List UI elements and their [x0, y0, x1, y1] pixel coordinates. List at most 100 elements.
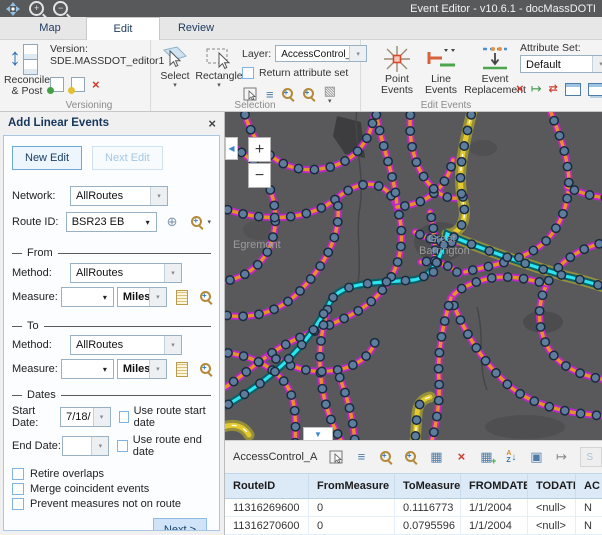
rectangle-select-button[interactable]: Rectangle ▾ — [196, 44, 242, 89]
attribute-set-label: Attribute Set: — [520, 42, 581, 54]
attribute-list-icon[interactable]: ≡ — [353, 449, 369, 465]
select-tool-button[interactable]: Select ▾ — [156, 44, 194, 89]
select-features-icon[interactable] — [328, 449, 344, 465]
checkbox[interactable] — [12, 483, 24, 495]
map-zoom-in-button[interactable]: + — [248, 137, 271, 162]
checkbox[interactable] — [12, 468, 24, 480]
to-measure-pick-icon[interactable] — [176, 362, 188, 377]
column-header[interactable]: TODATE — [528, 474, 576, 498]
table-row[interactable]: 1131626960000.11167731/1/2004<null>N — [225, 499, 602, 517]
new-edit-button[interactable]: New Edit — [12, 146, 82, 170]
use-route-start-checkbox[interactable] — [119, 411, 129, 423]
offset-event-icon[interactable]: ↦ — [531, 82, 542, 96]
from-units-select[interactable]: Miles ▾ — [117, 287, 167, 307]
rectangle-select-icon — [204, 44, 234, 71]
reconcile-post-icon: ↕ — [9, 43, 45, 75]
zoom-in-icon[interactable]: + — [29, 1, 44, 16]
table-cell: 0 — [309, 517, 395, 534]
split-event-icon[interactable]: × — [516, 82, 524, 96]
from-measure-select[interactable]: ▾ — [61, 287, 114, 307]
dates-section-separator: Dates — [12, 389, 211, 401]
zoom-to-selected-icon[interactable]: + — [378, 449, 394, 465]
line-events-button[interactable]: Line Events — [420, 44, 462, 96]
start-date-select[interactable]: 7/18/ ▾ — [60, 407, 110, 427]
route-select-icon[interactable]: ⊕ — [167, 215, 178, 229]
tab-map[interactable]: Map — [14, 17, 86, 39]
collapse-panel-left-button[interactable]: ◀ — [225, 137, 238, 160]
ribbon-group-selection: Select ▾ Rectangle ▾ Layer: AccessContro… — [150, 40, 361, 112]
zoom-out-icon[interactable]: − — [53, 1, 68, 16]
panel-checkbox-row[interactable]: Merge coincident events — [12, 483, 219, 495]
tab-edit[interactable]: Edit — [86, 17, 160, 40]
add-linear-events-panel: Add Linear Events × New Edit Next Edit N… — [0, 112, 225, 535]
panel-checkbox-row[interactable]: Prevent measures not on route — [12, 498, 219, 510]
new-version-icon[interactable] — [71, 77, 85, 92]
checkbox[interactable] — [12, 498, 24, 510]
column-header[interactable]: AC — [576, 474, 602, 498]
event-window-icon[interactable] — [565, 83, 581, 96]
point-events-icon — [382, 44, 412, 74]
group-label-selection: Selection — [150, 100, 360, 111]
route-id-select[interactable]: BSR23 EB ▾ — [66, 212, 157, 232]
use-route-end-label: Use route end date — [133, 434, 211, 458]
event-editor-window: + − Event Editor - v10.6.1 - docMassDOTI… — [0, 0, 602, 535]
table-cell: N — [576, 517, 602, 534]
point-events-button[interactable]: Point Events — [376, 44, 418, 96]
from-measure-zoom-icon[interactable]: + — [200, 291, 211, 304]
map-canvas[interactable]: Egremont Great Barrington ◀ + − ▼ — [225, 112, 602, 440]
to-measure-zoom-icon[interactable]: + — [200, 363, 211, 376]
attribute-set-select[interactable]: Default ▾ — [520, 55, 602, 73]
network-label: Network: — [12, 190, 70, 202]
to-units-select[interactable]: Miles ▾ — [117, 359, 167, 379]
to-section-separator: To — [12, 320, 211, 332]
reconcile-post-button[interactable]: ↕ Reconcile & Post — [6, 43, 48, 97]
panel-checkbox-list: Retire overlaps Merge coincident events Pr… — [4, 468, 219, 510]
zoom-route-icon[interactable]: + ▾ — [191, 216, 211, 229]
table-body: 1131626960000.11167731/1/2004<null>N1131… — [225, 499, 602, 535]
clear-selection-icon[interactable]: × — [453, 449, 469, 465]
panel-checkbox-row[interactable]: Retire overlaps — [12, 468, 219, 480]
from-method-select[interactable]: AllRoutes ▾ — [70, 263, 182, 283]
from-measure-pick-icon[interactable] — [176, 290, 188, 305]
group-label-edit-events: Edit Events — [360, 100, 602, 111]
next-button[interactable]: Next > — [153, 518, 207, 531]
to-measure-select[interactable]: ▾ — [61, 359, 114, 379]
event-replacement-icon — [478, 44, 512, 74]
select-cursor-icon — [162, 44, 188, 71]
use-route-end-checkbox[interactable] — [117, 440, 127, 452]
table-row[interactable]: 1131627060000.07955961/1/2004<null>N — [225, 517, 602, 535]
offset-tools-icon[interactable]: ↦ — [553, 449, 569, 465]
end-date-label: End Date: — [12, 440, 62, 452]
close-icon[interactable]: × — [208, 116, 216, 131]
next-edit-button[interactable]: Next Edit — [92, 146, 163, 170]
checkbox-label: Merge coincident events — [30, 483, 149, 495]
network-select[interactable]: AllRoutes ▾ — [70, 186, 168, 206]
reconcile-version-icon[interactable] — [50, 77, 64, 92]
column-header[interactable]: FROMDATE — [461, 474, 528, 498]
zoom-to-all-icon[interactable]: + — [403, 449, 419, 465]
column-header[interactable]: RouteID — [225, 474, 309, 498]
table-cell: <null> — [528, 499, 576, 516]
map-zoom-out-button[interactable]: − — [248, 163, 271, 188]
save-button[interactable]: S — [580, 447, 602, 467]
to-method-select[interactable]: AllRoutes ▾ — [70, 335, 182, 355]
window-title: Event Editor - v10.6.1 - docMassDOTI — [410, 3, 596, 15]
table-toolbar: AccessControl_A ≡ + + ▦ × ▦ + AZ ↓ ▣ ↦ S — [225, 441, 602, 473]
column-header[interactable]: FromMeasure — [309, 474, 395, 498]
tab-review[interactable]: Review — [160, 17, 232, 39]
collapse-table-button[interactable]: ▼ — [303, 427, 333, 440]
return-attribute-set-checkbox[interactable] — [242, 67, 254, 79]
layer-select[interactable]: AccessControl_A ▾ — [275, 45, 367, 62]
merge-event-icon[interactable]: ⇄ — [549, 82, 558, 96]
add-to-table-icon[interactable]: ▦ + — [478, 449, 494, 465]
from-method-label: Method: — [12, 267, 70, 279]
delete-version-icon[interactable]: × — [92, 78, 100, 91]
identify-icon[interactable]: ▣ — [528, 449, 544, 465]
calculator-icon[interactable]: ▦ — [428, 449, 444, 465]
pan-icon[interactable] — [6, 2, 20, 16]
table-cell: 1/1/2004 — [461, 517, 528, 534]
column-header[interactable]: ToMeasure — [395, 474, 461, 498]
sort-icon[interactable]: AZ ↓ — [503, 449, 519, 465]
copy-event-icon[interactable] — [588, 83, 602, 96]
end-date-select[interactable]: ▾ — [62, 436, 109, 456]
